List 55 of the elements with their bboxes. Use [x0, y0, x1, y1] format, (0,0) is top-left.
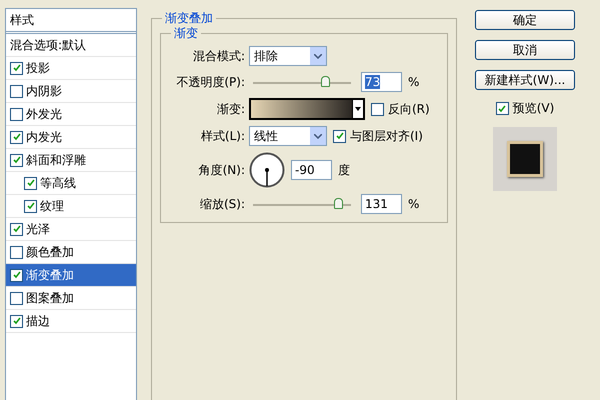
checkbox[interactable] [10, 222, 23, 236]
checkmark-icon [12, 225, 20, 233]
angle-input[interactable]: -90 [291, 160, 332, 180]
checkbox[interactable] [333, 130, 346, 142]
checkbox[interactable] [496, 102, 509, 115]
field-label: 样式(L): [200, 128, 245, 144]
checkbox[interactable] [10, 84, 23, 98]
field-label: 缩放(S): [198, 196, 245, 212]
checkbox-label: 预览(V) [512, 100, 554, 117]
checkbox[interactable] [10, 108, 23, 120]
gradient-picker[interactable] [249, 98, 365, 120]
slider-thumb[interactable] [320, 76, 330, 87]
style-list-item[interactable]: 渐变叠加 [6, 264, 136, 287]
checkmark-icon [12, 64, 20, 72]
checkbox[interactable] [24, 200, 37, 212]
checkmark-icon [12, 271, 20, 279]
opacity-input[interactable]: 73 [361, 72, 402, 92]
field-label: 混合模式: [192, 48, 245, 64]
unit-label: 度 [338, 162, 350, 178]
checkbox[interactable] [10, 314, 23, 328]
blend-mode-dropdown[interactable]: 排除 [249, 46, 327, 66]
checkmark-icon [26, 179, 34, 187]
field-label: 角度(N): [198, 162, 245, 178]
checkmark-icon [12, 317, 20, 325]
checkmark-icon [12, 156, 20, 164]
slider-thumb[interactable] [334, 198, 344, 209]
checkbox-label: 与图层对齐(I) [350, 128, 423, 144]
checkbox[interactable] [10, 130, 23, 144]
unit-label: % [408, 197, 420, 211]
style-dropdown[interactable]: 线性 [249, 126, 327, 146]
checkbox[interactable] [24, 176, 37, 190]
checkbox-label: 反向(R) [388, 100, 430, 118]
field-label: 渐变: [216, 100, 245, 118]
checkbox[interactable] [10, 268, 23, 282]
checkmark-icon [498, 104, 506, 112]
checkbox[interactable] [10, 154, 23, 166]
unit-label: % [408, 75, 420, 89]
checkmark-icon [12, 133, 20, 141]
dialog-button[interactable]: 新建样式(W)... [475, 70, 575, 90]
selected-text: 73 [365, 75, 380, 89]
checkbox[interactable] [371, 102, 384, 116]
framed-square-icon [507, 141, 543, 177]
checkbox[interactable] [10, 246, 23, 258]
scale-input[interactable]: 131 [361, 194, 402, 214]
checkbox[interactable] [10, 62, 23, 74]
dialog-button[interactable]: 取消 [475, 40, 575, 60]
checkbox[interactable] [10, 292, 23, 304]
dialog-button[interactable]: 确定 [475, 10, 575, 30]
caret-icon [314, 134, 322, 138]
caret-icon [355, 107, 361, 111]
caret-icon [314, 54, 322, 58]
field-label: 不透明度(P): [175, 74, 245, 90]
checkmark-icon [26, 202, 34, 210]
checkmark-icon [336, 132, 344, 140]
angle-dial-icon[interactable] [249, 152, 285, 188]
